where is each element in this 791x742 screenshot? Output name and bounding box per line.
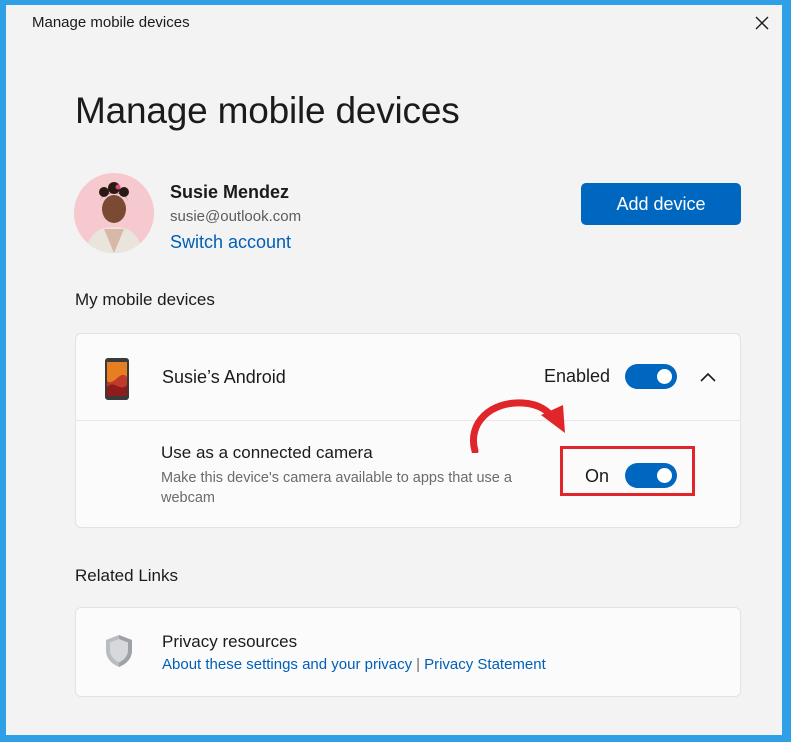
device-name: Susie’s Android xyxy=(162,367,286,387)
link-separator: | xyxy=(416,656,421,673)
page-title: Manage mobile devices xyxy=(75,90,460,131)
related-links-heading: Related Links xyxy=(75,566,179,585)
switch-account-link[interactable]: Switch account xyxy=(170,232,291,253)
camera-state-label: On xyxy=(585,466,610,486)
toggle-knob xyxy=(657,369,672,384)
user-email: susie@outlook.com xyxy=(170,208,302,225)
device-row[interactable]: Susie’s Android Enabled xyxy=(76,334,740,421)
close-icon xyxy=(755,16,769,30)
collapse-button[interactable] xyxy=(694,364,722,390)
close-button[interactable] xyxy=(742,5,782,41)
privacy-card: Privacy resources About these settings a… xyxy=(75,607,741,697)
title-bar: Manage mobile devices xyxy=(6,5,782,41)
privacy-statement-link[interactable]: Privacy Statement xyxy=(424,656,546,673)
connected-camera-toggle[interactable] xyxy=(625,463,677,488)
toggle-knob xyxy=(657,468,672,483)
connected-camera-title: Use as a connected camera xyxy=(161,443,373,462)
device-enabled-label: Enabled xyxy=(544,366,611,386)
my-devices-heading: My mobile devices xyxy=(75,290,215,309)
privacy-links: About these settings and your privacy | Pr… xyxy=(162,656,546,673)
chevron-up-icon xyxy=(700,372,716,382)
device-card: Susie’s Android Enabled Use as a connect… xyxy=(75,333,741,528)
window-title: Manage mobile devices xyxy=(32,14,190,31)
avatar xyxy=(74,173,154,253)
phone-icon xyxy=(105,358,129,400)
connected-camera-description: Make this device's camera available to a… xyxy=(161,470,512,506)
device-enabled-toggle[interactable] xyxy=(625,364,677,389)
shield-icon xyxy=(106,635,132,667)
user-name: Susie Mendez xyxy=(170,182,290,202)
manage-devices-window: Manage mobile devices Manage mobile devi… xyxy=(6,5,782,735)
add-device-button[interactable]: Add device xyxy=(581,183,741,225)
about-privacy-link[interactable]: About these settings and your privacy xyxy=(162,656,412,673)
privacy-resources-title: Privacy resources xyxy=(162,632,298,651)
